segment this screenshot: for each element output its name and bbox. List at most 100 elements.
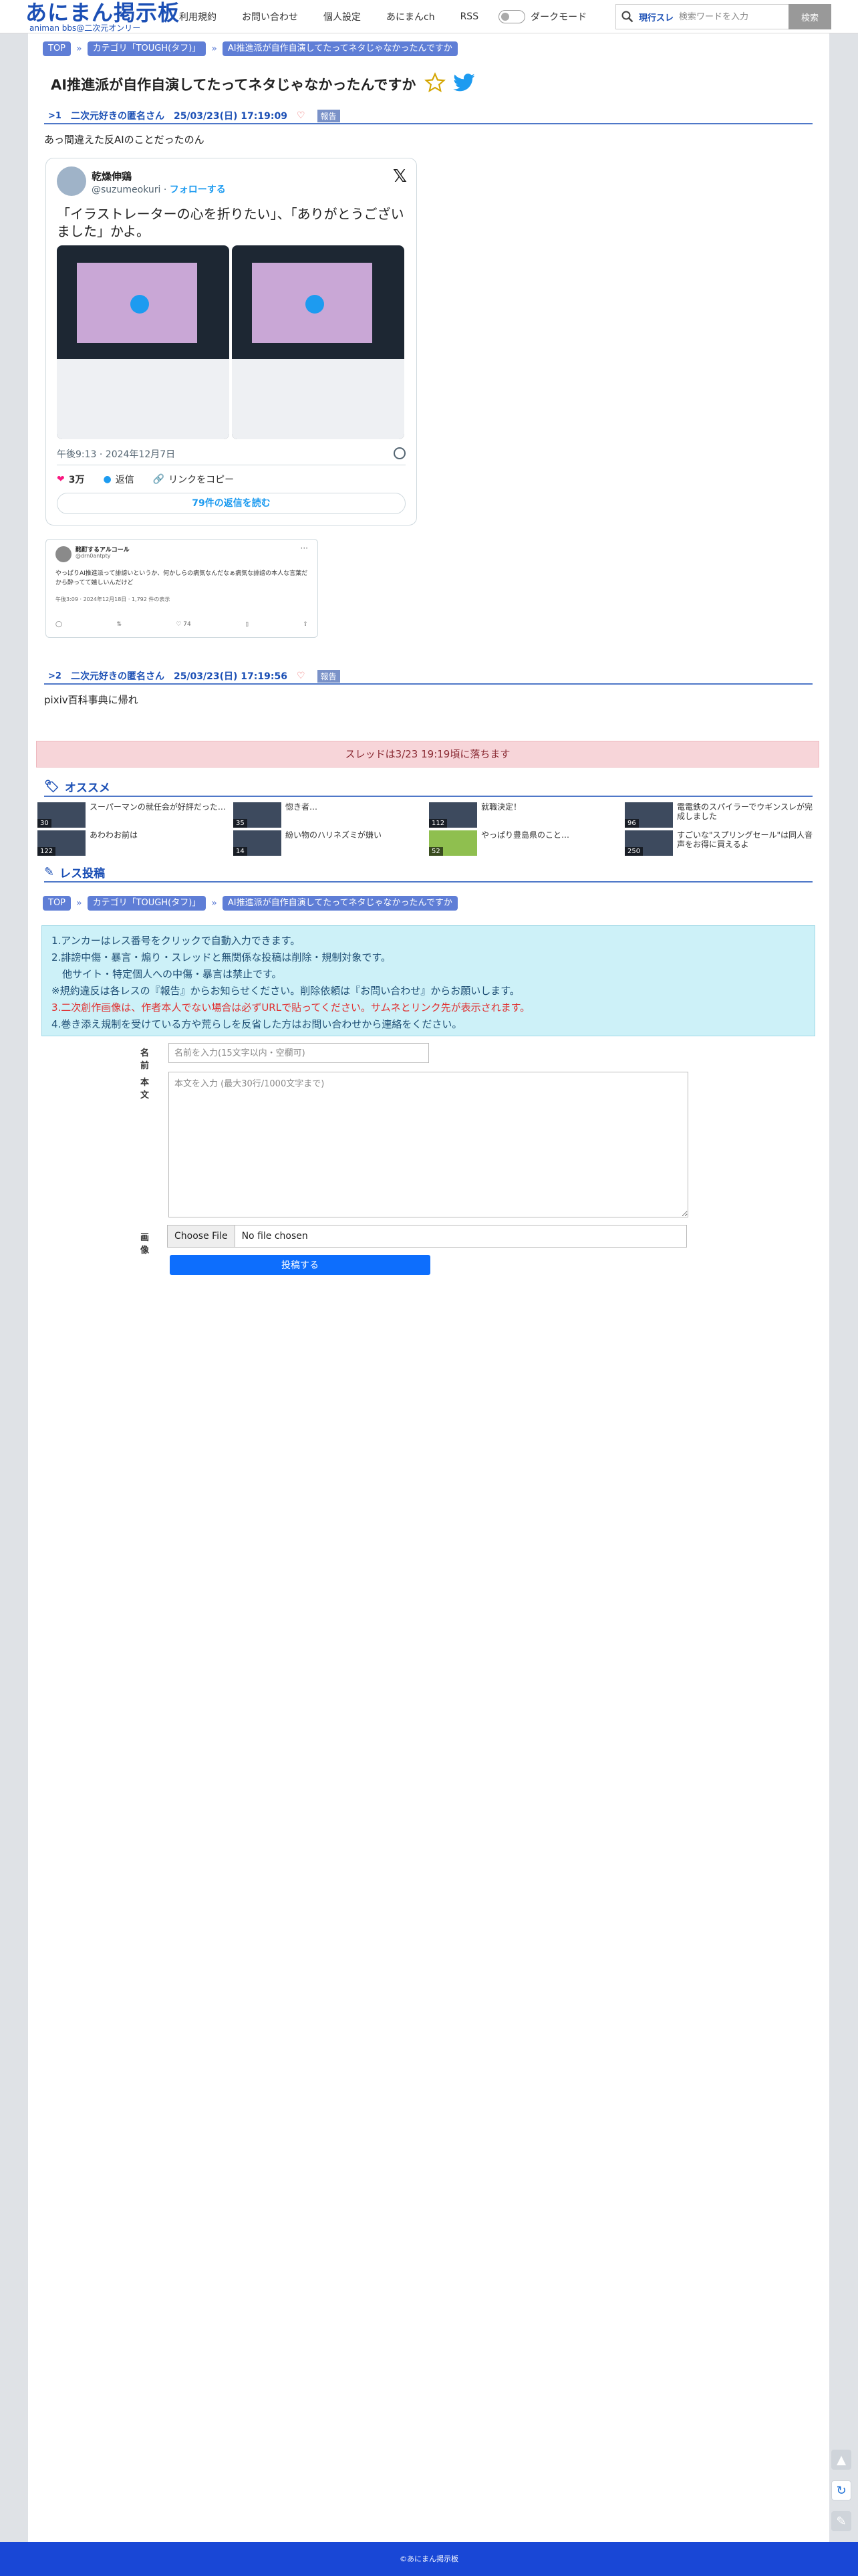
- read-replies-button[interactable]: 79件の返信を読む: [57, 493, 406, 514]
- logo-main: あにまん掲示板: [25, 0, 180, 25]
- tweet-image[interactable]: [232, 245, 404, 439]
- thumbnail: 35: [233, 802, 281, 828]
- thumbnail: 14: [233, 830, 281, 856]
- tweet-image[interactable]: [57, 245, 229, 439]
- thumbnail: 112: [429, 802, 477, 828]
- copy-label: リンクをコピー: [168, 475, 235, 485]
- recommend-item[interactable]: 112 就職決定！: [429, 802, 623, 828]
- rule-line: 4.巻き添え規制を受けている方や荒らしを反省した方はお問い合わせから連絡をくださ…: [51, 1018, 462, 1030]
- play-icon[interactable]: [305, 295, 324, 314]
- post-form-heading: ✎ レス投稿: [44, 862, 813, 883]
- breadcrumb: TOP » カテゴリ「TOUGH(タフ)」 » AI推進派が自作自演してたってネ…: [43, 41, 458, 56]
- recommend-item[interactable]: 52 やっぱり豊島県のこと…: [429, 830, 623, 856]
- recommend-item[interactable]: 250 すごいな"スプリングセール"は同人音声をお得に買えるよ: [625, 830, 819, 856]
- main-content: TOP » カテゴリ「TOUGH(タフ)」 » AI推進派が自作自演してたってネ…: [28, 33, 829, 2542]
- tag-icon: 🏷: [44, 779, 59, 794]
- chevron-right-icon: »: [211, 898, 217, 909]
- recommend-item[interactable]: 96 電電鉄のスパイラーでウギンスレが完成しました: [625, 802, 819, 828]
- like-action[interactable]: ❤ 3万: [57, 473, 84, 486]
- toggle-switch[interactable]: [498, 10, 526, 23]
- search-scope[interactable]: 現行スレ: [639, 11, 674, 23]
- crumb-top[interactable]: TOP: [43, 41, 72, 56]
- site-logo[interactable]: あにまん掲示板 animan bbs@二次元オンリー: [25, 0, 180, 32]
- edit-icon[interactable]: ✎: [831, 2511, 851, 2531]
- speech-bubble-icon: ●: [103, 474, 112, 485]
- image-file-input[interactable]: Choose File No file chosen: [167, 1225, 687, 1248]
- crumb-thread[interactable]: AI推進派が自作自演してたってネタじゃなかったんですか: [222, 41, 458, 56]
- post-number[interactable]: >2: [44, 671, 65, 681]
- reply-count: 96: [625, 819, 639, 828]
- choose-file-button[interactable]: Choose File: [168, 1225, 235, 1247]
- tweet-time[interactable]: 午後9:13 · 2024年12月7日: [57, 447, 175, 461]
- tweet-images[interactable]: [57, 245, 404, 439]
- posting-rules: 1.アンカーはレス番号をクリックで自動入力できます。 2.誹謗中傷・暴言・煽り・…: [41, 925, 815, 1036]
- recommend-title: すごいな"スプリングセール"は同人音声をお得に買えるよ: [677, 830, 813, 849]
- pencil-icon: ✎: [44, 864, 55, 879]
- heart-icon[interactable]: ♡: [297, 671, 305, 681]
- scroll-top-icon[interactable]: ▲: [831, 2450, 851, 2470]
- star-icon[interactable]: [424, 72, 446, 96]
- search-button[interactable]: 検索: [789, 4, 831, 29]
- nav-terms[interactable]: 利用規約: [179, 10, 217, 23]
- follow-link[interactable]: フォローする: [170, 185, 226, 195]
- body-textarea[interactable]: [168, 1072, 688, 1217]
- nav-settings[interactable]: 個人設定: [323, 10, 361, 23]
- search-input[interactable]: [679, 7, 780, 27]
- copy-link-action[interactable]: 🔗 リンクをコピー: [153, 473, 234, 486]
- nav-rss[interactable]: RSS: [460, 11, 479, 22]
- crumb-top[interactable]: TOP: [43, 896, 72, 911]
- bookmark-icon: ▯: [245, 621, 249, 628]
- info-icon[interactable]: [394, 447, 406, 459]
- recommend-item[interactable]: 35 惚き者…: [233, 802, 427, 828]
- submit-button[interactable]: 投稿する: [170, 1255, 430, 1275]
- image-lower: [232, 359, 404, 439]
- more-icon: ···: [300, 544, 308, 553]
- crumb-thread[interactable]: AI推進派が自作自演してたってネタじゃなかったんですか: [222, 896, 458, 911]
- recommend-item[interactable]: 122 あわわお前は: [37, 830, 231, 856]
- twitter-icon[interactable]: [453, 74, 476, 95]
- thumbnail: 122: [37, 830, 86, 856]
- crumb-category[interactable]: カテゴリ「TOUGH(タフ)」: [87, 896, 206, 911]
- embedded-tweet[interactable]: 乾燥伸鶏 @suzumeokuri · フォローする 𝕏 「イラストレーターの心…: [45, 158, 417, 525]
- name-label: 名前: [140, 1048, 150, 1071]
- tweet-actions: ◯ ⇅ ♡ 74 ▯ ⇪: [55, 621, 308, 628]
- recommend-heading: 🏷 オススメ: [44, 777, 813, 797]
- handle-text: @suzumeokuri: [92, 185, 161, 195]
- recommend-heading-text: オススメ: [64, 781, 110, 795]
- refresh-icon[interactable]: ↻: [831, 2480, 851, 2500]
- thumbnail: 250: [625, 830, 673, 856]
- thumbnail: 52: [429, 830, 477, 856]
- recommend-list: 30 スーパーマンの就任会が好評だった… 35 惚き者… 112 就職決定！ 96 電電…: [37, 802, 821, 857]
- post-date: 25/03/23(日) 17:19:56: [173, 671, 287, 682]
- rule-line: 2.誹謗中傷・暴言・煽り・スレッドと無関係な投稿は削除・規制対象です。: [51, 951, 391, 963]
- report-button[interactable]: 報告: [317, 669, 340, 683]
- file-status: No file chosen: [241, 1231, 308, 1242]
- heart-icon[interactable]: ♡: [297, 110, 305, 121]
- nav-contact[interactable]: お問い合わせ: [242, 10, 298, 23]
- post-header: >2 二次元好きの匿名さん 25/03/23(日) 17:19:56 ♡ 報告: [44, 669, 813, 685]
- reply-action[interactable]: ● 返信: [103, 473, 134, 486]
- recommend-item[interactable]: 30 スーパーマンの就任会が好評だった…: [37, 802, 231, 828]
- chevron-right-icon: »: [76, 43, 82, 54]
- like-icon: ♡ 74: [176, 621, 191, 628]
- search-bar: 現行スレ 検索: [615, 4, 831, 29]
- post-1: >1 二次元好きの匿名さん 25/03/23(日) 17:19:09 ♡ 報告 …: [44, 108, 813, 146]
- name-input[interactable]: [168, 1043, 429, 1063]
- post-body: あっ間違えた反AIのことだったのん: [44, 134, 204, 146]
- recommend-item[interactable]: 14 紛い物のハリネズミが嫌い: [233, 830, 427, 856]
- dark-mode-toggle[interactable]: ダークモード: [498, 10, 587, 23]
- play-icon[interactable]: [130, 295, 149, 314]
- tweet-text: やっぱりAI推進派って誹謗いというか、何かしらの病気なんだなぁ病気な誹謗の本人な…: [55, 570, 308, 586]
- post-form-heading-text: レス投稿: [59, 866, 106, 881]
- nav-animanch[interactable]: あにまんch: [386, 10, 435, 23]
- reply-label: 返信: [115, 475, 134, 485]
- x-logo-icon[interactable]: 𝕏: [393, 166, 407, 187]
- recommend-title: 紛い物のハリネズミが嫌い: [285, 830, 382, 840]
- crumb-category[interactable]: カテゴリ「TOUGH(タフ)」: [87, 41, 206, 56]
- post-number[interactable]: >1: [44, 110, 65, 121]
- tweet-handle: @suzumeokuri · フォローする: [92, 185, 226, 195]
- report-button[interactable]: 報告: [317, 109, 340, 122]
- rule-line: 他サイト・特定個人への中傷・暴言は禁止です。: [62, 968, 282, 980]
- breadcrumb-bottom: TOP » カテゴリ「TOUGH(タフ)」 » AI推進派が自作自演してたってネ…: [43, 896, 458, 911]
- embedded-tweet-image[interactable]: 酩酊するアルコール @drn0antpty ··· やっぱりAI推進派って誹謗い…: [45, 539, 318, 638]
